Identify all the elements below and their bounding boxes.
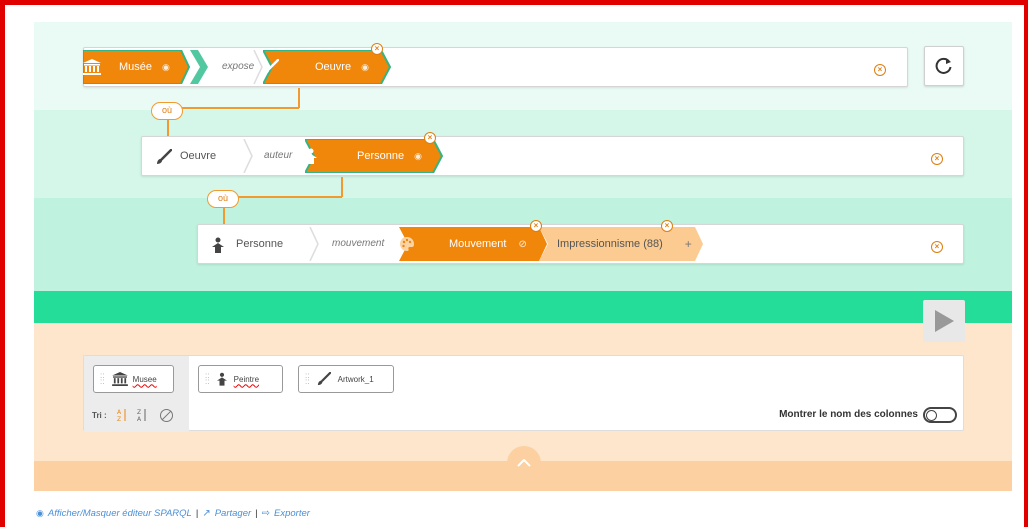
connector-badge[interactable]: où: [151, 102, 183, 120]
svg-text:A: A: [137, 416, 142, 422]
person-icon: [305, 148, 347, 164]
criteria-row: Musée ◉ expose Oeuvre ◉ × ×: [83, 43, 908, 87]
criteria-row: Personne mouvement Mouvement ⊘ Impressio…: [197, 220, 964, 264]
object-label: Oeuvre: [315, 61, 352, 73]
remove-object-close-icon[interactable]: ×: [424, 132, 436, 144]
eye-icon[interactable]: ◉: [361, 62, 369, 73]
subject-label[interactable]: Oeuvre: [180, 150, 216, 162]
separator: |: [195, 508, 199, 519]
add-value-button[interactable]: +: [685, 237, 692, 251]
connector-line: [167, 120, 169, 136]
sort-label: Tri :: [92, 411, 107, 420]
remove-object-close-icon[interactable]: ×: [371, 43, 383, 55]
property-label[interactable]: auteur: [264, 150, 292, 161]
remove-row-close-icon[interactable]: ×: [874, 64, 886, 76]
connector-line: [223, 208, 225, 224]
export-icon: ⇨: [261, 508, 270, 519]
object-label: Personne: [357, 150, 405, 162]
subject-label: Musée: [119, 61, 153, 73]
sort-ascending-icon[interactable]: AZ: [117, 408, 127, 423]
toggle-sparql-editor-link[interactable]: Afficher/Masquer éditeur SPARQL: [48, 508, 192, 519]
variable-chip[interactable]: : :: : Peintre: [198, 365, 283, 393]
remove-row-close-icon[interactable]: ×: [931, 153, 943, 165]
connector-line: [167, 107, 299, 109]
svg-text:Z: Z: [137, 409, 141, 416]
show-column-names-toggle[interactable]: [923, 407, 957, 423]
person-icon: [212, 237, 224, 253]
variable-chip[interactable]: : :: : Artwork_1: [298, 365, 394, 393]
eye-slash-icon[interactable]: ⊘: [518, 239, 526, 250]
remove-value-close-icon[interactable]: ×: [661, 220, 673, 232]
remove-object-close-icon[interactable]: ×: [530, 220, 542, 232]
drag-handle-icon[interactable]: : :: :: [100, 372, 105, 386]
connector-line: [298, 88, 300, 108]
variable-selection-box: : :: : Musee : :: : Peintre : :: : Artwo…: [83, 355, 964, 432]
person-icon: [216, 372, 227, 386]
show-column-names-label: Montrer le nom des colonnes: [779, 409, 918, 420]
eye-icon[interactable]: ◉: [414, 151, 422, 162]
object-chip[interactable]: Oeuvre ◉: [263, 50, 393, 84]
object-chip[interactable]: Mouvement ⊘: [399, 227, 549, 261]
paintbrush-icon: [156, 148, 173, 165]
chevron-separator-icon: [190, 50, 208, 84]
refresh-icon: [935, 57, 952, 74]
value-label: Impressionnisme (88): [557, 238, 663, 250]
share-link[interactable]: Partager: [215, 508, 251, 519]
connector-line: [341, 177, 343, 197]
play-icon: [935, 310, 954, 332]
museum-icon: [83, 59, 113, 75]
paintbrush-icon: [264, 59, 307, 75]
connector-line: [223, 196, 342, 198]
object-chip[interactable]: Personne ◉: [305, 139, 445, 173]
variable-name[interactable]: Musee: [133, 375, 157, 384]
separator: |: [255, 508, 258, 519]
remove-row-close-icon[interactable]: ×: [931, 241, 943, 253]
property-label[interactable]: expose: [222, 61, 254, 72]
collapse-button[interactable]: [507, 446, 541, 480]
paintbrush-icon: [317, 371, 331, 386]
property-label[interactable]: mouvement: [332, 238, 384, 249]
svg-text:A: A: [117, 409, 122, 416]
subject-label[interactable]: Personne: [236, 238, 283, 250]
variable-name[interactable]: Artwork_1: [338, 375, 374, 384]
eye-icon[interactable]: ◉: [162, 62, 170, 73]
drag-handle-icon[interactable]: : :: :: [205, 372, 210, 386]
footer-links: ◉ Afficher/Masquer éditeur SPARQL | ↗ Pa…: [36, 508, 310, 519]
subject-chip[interactable]: Musée ◉: [83, 50, 193, 84]
criteria-row: Oeuvre auteur Personne ◉ × ×: [141, 132, 964, 176]
query-builder-bottom-bar: [34, 291, 1012, 323]
object-label: Mouvement: [449, 238, 507, 250]
palette-icon: [400, 236, 439, 252]
variable-chip[interactable]: : :: : Musee: [93, 365, 174, 393]
svg-text:Z: Z: [117, 416, 121, 422]
chevron-up-icon: [517, 459, 531, 467]
share-icon: ↗: [202, 508, 211, 519]
drag-handle-icon[interactable]: : :: :: [305, 372, 310, 386]
no-sort-icon[interactable]: [160, 409, 173, 422]
reset-button[interactable]: [924, 46, 964, 86]
value-chip[interactable]: Impressionnisme (88) +: [539, 227, 703, 261]
variable-name[interactable]: Peintre: [234, 375, 259, 384]
chevron-separator-icon: [309, 227, 319, 261]
eye-icon: ◉: [36, 508, 44, 518]
run-query-button[interactable]: [923, 300, 965, 342]
chevron-separator-icon: [243, 139, 253, 173]
sort-descending-icon[interactable]: ZA: [137, 408, 147, 423]
export-link[interactable]: Exporter: [274, 508, 310, 519]
museum-icon: [111, 372, 128, 386]
connector-badge[interactable]: où: [207, 190, 239, 208]
